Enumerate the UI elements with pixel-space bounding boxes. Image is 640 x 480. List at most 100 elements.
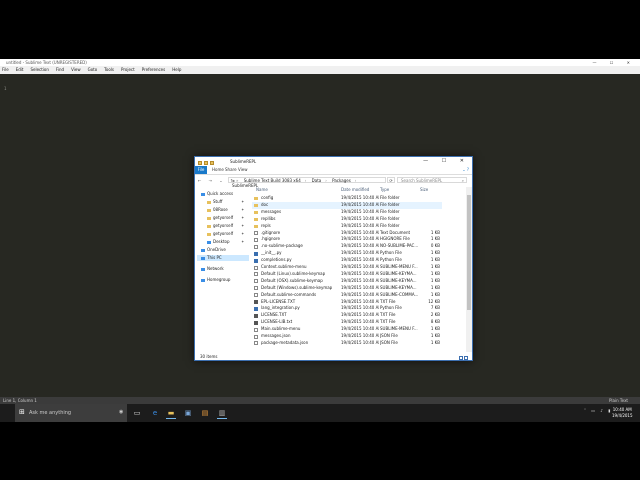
file-row[interactable]: Context.sublime-menu 19/4/2015 10:40 AM SU… (252, 264, 442, 271)
syntax-selector[interactable]: Plain Text (609, 397, 628, 404)
ribbon-tab-view[interactable]: View (238, 166, 248, 174)
vertical-scrollbar[interactable] (466, 187, 472, 352)
file-type: File folder (380, 222, 400, 228)
breadcrumb-2[interactable]: Packages (332, 178, 351, 183)
python-file-icon (254, 251, 258, 256)
nav-item-3[interactable]: getyorself ✦ (207, 215, 244, 221)
ribbon-tab-share[interactable]: Share (225, 166, 237, 174)
file-row[interactable]: repls 19/4/2015 10:40 AM File folder (252, 223, 442, 230)
file-size: 0 KB (430, 243, 440, 249)
file-row[interactable]: __init__.py 19/4/2015 10:40 AM Python File… (252, 250, 442, 257)
item-count: 30 items (200, 354, 218, 359)
menu-item-selection[interactable]: Selection (30, 67, 48, 72)
file-type: SUBLIME-MENU F... (380, 326, 418, 332)
file-explorer-icon[interactable]: ▬ (166, 408, 176, 419)
nav-item-9[interactable]: Network (201, 266, 224, 272)
file-name: doc (261, 201, 269, 207)
sublime-text-taskbar-icon[interactable]: ▤ (200, 408, 210, 418)
file-date: 19/4/2015 10:40 AM (341, 264, 379, 269)
file-row[interactable]: Default (Windows).sublime-keymap 19/4/201… (252, 285, 442, 292)
file-row[interactable]: Default (Linux).sublime-keymap 19/4/2015 … (252, 271, 442, 278)
file-row[interactable]: Default.sublime-commands 19/4/2015 10:40 … (252, 292, 442, 299)
menu-item-find[interactable]: Find (56, 67, 64, 72)
menu-item-view[interactable]: View (71, 67, 81, 72)
scrollbar-thumb[interactable] (467, 195, 471, 310)
file-row[interactable]: Default (OSX).sublime-keymap 19/4/2015 10… (252, 278, 442, 285)
file-row[interactable]: LICENSE.TXT 19/4/2015 10:40 AM TXT File 2 K… (252, 312, 442, 319)
menu-item-preferences[interactable]: Preferences (142, 67, 166, 72)
file-row[interactable]: messages 19/4/2015 10:40 AM File folder (252, 209, 442, 216)
file-row[interactable]: LICENSE-LIB.txt 19/4/2015 10:40 AM TXT Fil… (252, 319, 442, 326)
file-icon (254, 265, 258, 270)
menu-item-edit[interactable]: Edit (16, 67, 24, 72)
file-date: 19/4/2015 10:40 AM (341, 298, 379, 304)
edge-icon[interactable]: e (150, 408, 160, 418)
window-controls[interactable]: — ☐ ✕ (593, 59, 636, 66)
system-tray[interactable]: ˄ ▭ ♪ ▮ (584, 408, 612, 413)
large-icons-view-icon[interactable] (464, 356, 468, 360)
address-bar[interactable]: ▪ » Sublime Text Build 3083 x64 › Data › P… (228, 177, 386, 188)
start-icon[interactable]: ⊞ (19, 409, 25, 416)
store-icon[interactable]: ▣ (183, 408, 193, 418)
task-view-icon[interactable]: ▭ (132, 408, 142, 418)
search-input[interactable]: Search SublimeREPL ⌕ (397, 177, 467, 183)
menu-item-help[interactable]: Help (172, 67, 181, 72)
nav-item-2[interactable]: 08Rose ✦ (207, 207, 244, 213)
search-icon: ⌕ (461, 178, 464, 183)
file-icon (254, 341, 258, 346)
column-name[interactable]: Name (256, 187, 268, 193)
nav-item-5[interactable]: getyorself ✦ (207, 231, 244, 237)
file-row[interactable]: repllibs 19/4/2015 10:40 AM File folder (252, 216, 442, 223)
menu-item-goto[interactable]: Goto (88, 67, 98, 72)
file-date: 19/4/2015 10:40 AM (341, 215, 379, 221)
file-row[interactable]: package-metadata.json 19/4/2015 10:40 AM J… (252, 340, 442, 347)
refresh-icon[interactable]: ⟳ (387, 177, 395, 183)
ribbon-tab-home[interactable]: Home (212, 166, 224, 174)
view-toggle[interactable] (458, 355, 468, 363)
column-size[interactable]: Size (420, 187, 428, 193)
nav-item-1[interactable]: Stuff ✦ (207, 199, 244, 205)
file-size: 1 KB (430, 250, 440, 256)
nav-item-label: Desktop (213, 239, 230, 244)
file-row[interactable]: messages.json 19/4/2015 10:40 AM JSON File… (252, 333, 442, 340)
ribbon-help-icon[interactable]: ⌄ ? (462, 166, 469, 174)
ribbon-file-tab[interactable]: File (195, 166, 207, 174)
nav-item-8[interactable]: This PC (197, 255, 249, 261)
column-date[interactable]: Date modified (341, 187, 369, 193)
details-view-icon[interactable] (459, 356, 463, 360)
taskbar-search[interactable]: ⊞ Ask me anything ◉ (15, 404, 127, 422)
nav-item-7[interactable]: OneDrive (201, 247, 226, 253)
file-row[interactable]: completions.py 19/4/2015 10:40 AM Python F… (252, 257, 442, 264)
network-icon (201, 267, 205, 271)
nav-item-10[interactable]: Homegroup (201, 277, 230, 283)
file-row[interactable]: config 19/4/2015 10:40 AM File folder (252, 195, 442, 202)
file-row[interactable]: lang_integration.py 19/4/2015 10:40 AM Pyt… (252, 305, 442, 312)
file-row[interactable]: doc 19/4/2015 10:40 AM File folder (252, 201, 442, 209)
menu-item-tools[interactable]: Tools (104, 67, 114, 72)
search-placeholder: Search SublimeREPL (401, 178, 443, 183)
folder-icon (207, 208, 211, 212)
file-type: Python File (380, 250, 402, 256)
file-row[interactable]: .no-sublime-package 19/4/2015 10:40 AM NO-… (252, 243, 442, 250)
app-taskbar-icon[interactable]: ▥ (217, 408, 227, 419)
menu-item-file[interactable]: File (2, 67, 9, 72)
microphone-icon[interactable]: ◉ (119, 409, 123, 415)
clock[interactable]: 10:40 AM 19/4/2015 (612, 407, 633, 419)
nav-item-4[interactable]: getyorself ✦ (207, 223, 244, 229)
file-row[interactable]: EPL-LICENSE.TXT 19/4/2015 10:40 AM TXT Fil… (252, 299, 442, 306)
python-file-icon (254, 258, 258, 263)
column-type[interactable]: Type (380, 187, 389, 193)
explorer-window-controls[interactable]: — ☐ ✕ (423, 157, 470, 166)
file-type: Python File (380, 305, 402, 311)
menu-item-project[interactable]: Project (121, 67, 135, 72)
nav-item-label: Quick access (207, 191, 234, 196)
file-date: 19/4/2015 10:40 AM (341, 222, 379, 228)
file-row[interactable]: .hgignore 19/4/2015 10:40 AM HGIGNORE File… (252, 236, 442, 243)
file-row[interactable]: Main.sublime-menu 19/4/2015 10:40 AM SUBLI… (252, 326, 442, 333)
file-date: 19/4/2015 10:40 AM (341, 201, 379, 207)
cloud-icon (201, 248, 205, 252)
file-row[interactable]: .gitignore 19/4/2015 10:40 AM Text Documen… (252, 230, 442, 237)
nav-item-6[interactable]: Desktop ✦ (207, 239, 244, 245)
nav-item-0[interactable]: Quick access (201, 191, 233, 197)
breadcrumb-1[interactable]: Data (312, 178, 322, 183)
